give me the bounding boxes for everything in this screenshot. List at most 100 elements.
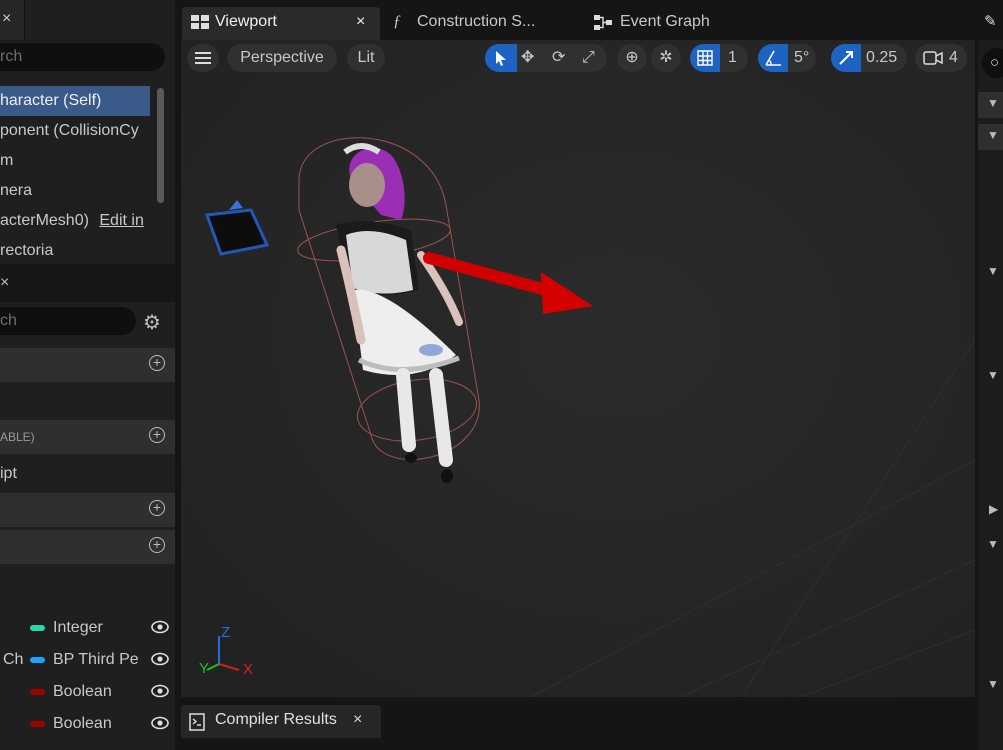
component-item-vectoria[interactable]: rectoria [0,236,150,266]
type-pill-icon [30,625,45,631]
add-icon[interactable]: + [149,537,165,553]
components-tab[interactable]: × [0,0,25,40]
move-icon[interactable]: ✥ [521,44,534,72]
scale-icon[interactable]: ⤢ [582,44,595,72]
variable-name: Ch [3,651,24,668]
type-pill-icon [30,689,45,695]
grid-snap-toggle[interactable] [690,44,720,72]
rotation-snap-group[interactable]: 5° [758,44,816,72]
grid-snap-value: 1 [728,49,737,66]
chevron-down-icon[interactable]: ▼ [987,264,999,278]
tab-compiler-results[interactable]: Compiler Results × [181,705,381,738]
eye-icon[interactable] [151,716,169,730]
variable-row[interactable]: Boolean [0,678,175,706]
chevron-down-icon[interactable]: ▼ [987,96,999,110]
scale-snap-icon [839,51,853,65]
tab-construction-script[interactable]: ƒ Construction S... [388,7,558,40]
component-item-camera[interactable]: nera [0,176,150,206]
variable-type: Boolean [53,683,112,700]
view-mode-button[interactable]: Lit [347,44,385,72]
search-icon[interactable]: ○ [990,54,999,71]
chevron-down-icon[interactable]: ▼ [987,677,999,691]
event-graph-icon [594,15,612,30]
tab-label: Compiler Results [215,711,337,728]
axis-z-label: Z [221,624,231,641]
grid-snap-group[interactable]: 1 [690,44,748,72]
my-blueprint-search-input[interactable]: ch [0,307,136,335]
chevron-down-icon[interactable]: ▼ [987,537,999,551]
hamburger-icon [195,52,211,64]
eye-icon[interactable] [151,652,169,666]
viewport-scene [181,40,975,697]
axis-y-label: Y [199,660,210,677]
section-graphs[interactable]: + [0,348,175,382]
variable-row[interactable]: Integer [0,614,175,642]
section-functions[interactable]: ABLE) + [0,420,175,454]
tab-event-graph[interactable]: Event Graph [592,7,752,40]
angle-icon [765,50,781,66]
select-tool-button[interactable] [485,44,517,72]
add-icon[interactable]: + [149,355,165,371]
component-item-arrow[interactable]: m [0,146,150,176]
add-icon[interactable]: + [149,427,165,443]
section-macros[interactable]: + [0,493,175,527]
edit-in-link[interactable]: Edit in [99,212,143,229]
rotate-icon[interactable]: ⟳ [552,44,565,72]
close-icon[interactable]: × [2,10,11,28]
perspective-button[interactable]: Perspective [227,44,337,72]
close-icon[interactable]: × [353,711,362,729]
chevron-down-icon[interactable]: ▼ [987,128,999,142]
scale-snap-group[interactable]: 0.25 [831,44,907,72]
grid-icon [697,50,713,66]
my-blueprint-tab [0,264,175,302]
type-pill-icon [30,657,45,663]
rotation-snap-value: 5° [794,49,810,66]
section-label: ABLE) [0,430,35,444]
tab-label: Viewport [215,13,277,30]
surface-snap-button[interactable]: ✲ [651,44,681,72]
variable-type: BP Third Pe [53,651,139,668]
editor-tab-bar: Viewport × ƒ Construction S... Event Gra… [178,0,975,40]
type-pill-icon [30,721,45,727]
component-item-self[interactable]: haracter (Self) [0,86,150,116]
eye-icon[interactable] [151,620,169,634]
component-item-mesh[interactable]: acterMesh0) Edit in [0,206,155,236]
variable-type: Integer [53,619,103,636]
tab-viewport[interactable]: Viewport × [182,7,380,40]
cursor-icon [496,51,506,66]
rotation-snap-toggle[interactable] [758,44,788,72]
left-panel: × rch haracter (Self) ponent (CollisionC… [0,0,175,750]
chevron-right-icon[interactable]: ▶ [989,502,998,516]
gear-icon[interactable]: ⚙ [143,310,161,335]
close-icon[interactable]: × [356,7,365,37]
scale-snap-value: 0.25 [866,49,898,66]
component-item-capsule[interactable]: ponent (CollisionCy [0,116,150,146]
components-scrollbar[interactable] [157,88,164,203]
camera-speed-value: 4 [949,49,958,66]
chevron-down-icon[interactable]: ▼ [987,368,999,382]
edit-icon[interactable]: ✎ [984,12,997,30]
axis-x-label: X [243,661,254,678]
components-search-input[interactable]: rch [0,43,165,71]
add-icon[interactable]: + [149,500,165,516]
viewport[interactable]: Perspective Lit ✥ ⟳ ⤢ ⊕ ✲ 1 5° 0.25 4 Z … [181,40,975,697]
construction-script-item[interactable]: ipt [0,465,17,483]
variable-row[interactable]: Ch BP Third Pe [0,646,175,674]
viewport-menu-button[interactable] [187,44,219,72]
viewport-icon [191,15,209,29]
variable-row[interactable]: Boolean [0,710,175,738]
surface-snap-icon: ✲ [659,49,673,66]
eye-icon[interactable] [151,684,169,698]
world-local-button[interactable]: ⊕ [617,44,647,72]
close-icon[interactable]: × [0,274,9,292]
globe-icon: ⊕ [625,49,639,66]
video-camera-icon [923,51,943,65]
details-panel-edge: ✎ ○ ▼ ▼ ▼ ▼ ▶ ▼ ▼ [978,0,1003,750]
compiler-results-icon [189,713,205,731]
scale-snap-toggle[interactable] [831,44,861,72]
function-icon: ƒ [393,13,401,30]
component-item-mesh-label: acterMesh0) [0,212,89,229]
section-variables[interactable]: + [0,530,175,564]
camera-speed-button[interactable]: 4 [915,44,967,72]
transform-tools-group: ✥ ⟳ ⤢ [485,44,607,72]
